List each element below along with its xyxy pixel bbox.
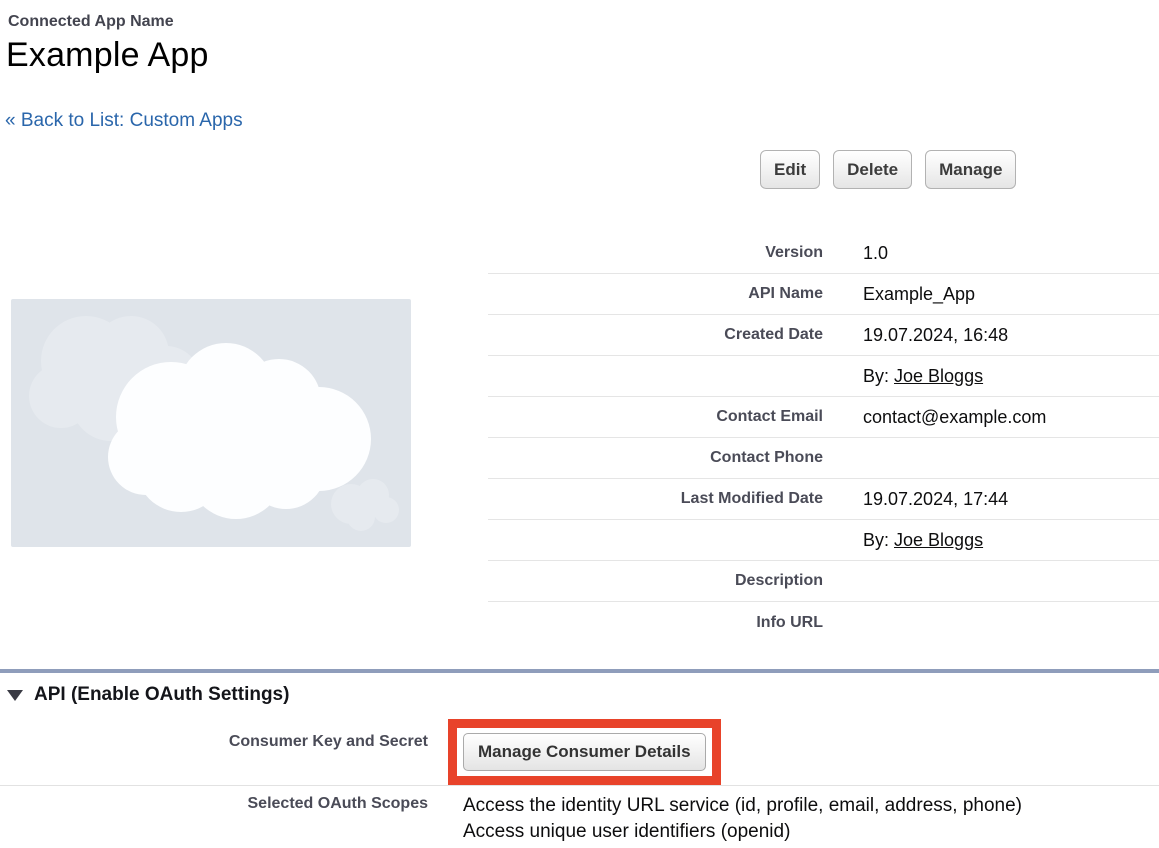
table-row: Info URL xyxy=(488,602,1159,643)
field-label-description: Description xyxy=(488,572,823,590)
table-row: Contact Phone xyxy=(488,438,1159,479)
manage-button[interactable]: Manage xyxy=(925,150,1016,189)
field-value-version: 1.0 xyxy=(863,243,888,264)
field-label-contact-phone: Contact Phone xyxy=(488,449,823,467)
section-collapse-icon[interactable] xyxy=(7,690,23,701)
created-by: By: Joe Bloggs xyxy=(863,366,983,387)
selected-oauth-scopes-label: Selected OAuth Scopes xyxy=(0,795,428,813)
connected-app-name-label: Connected App Name xyxy=(8,13,174,31)
table-row: Last Modified Date 19.07.2024, 17:44 xyxy=(488,479,1159,520)
back-to-list-link[interactable]: « Back to List: Custom Apps xyxy=(5,110,243,132)
field-label-info-url: Info URL xyxy=(488,614,823,632)
oauth-scope-item: Access the identity URL service (id, pro… xyxy=(463,793,1022,819)
detail-table: Version 1.0 API Name Example_App Created… xyxy=(488,233,1159,643)
table-row: By: Joe Bloggs xyxy=(488,356,1159,397)
cloud-icon xyxy=(11,299,411,547)
oauth-section-header: API (Enable OAuth Settings) xyxy=(7,684,289,706)
field-label-last-modified-date: Last Modified Date xyxy=(488,490,823,508)
highlight-annotation-box: Manage Consumer Details xyxy=(448,719,721,785)
delete-button[interactable]: Delete xyxy=(833,150,912,189)
row-divider xyxy=(0,785,1159,786)
field-label-created-date: Created Date xyxy=(488,326,823,344)
table-row: Description xyxy=(488,561,1159,602)
toolbar: Edit Delete Manage xyxy=(760,150,1016,189)
table-row: Created Date 19.07.2024, 16:48 xyxy=(488,315,1159,356)
oauth-section-title: API (Enable OAuth Settings) xyxy=(34,684,289,706)
app-logo-image xyxy=(11,299,411,547)
connected-app-detail-page: Connected App Name Example App « Back to… xyxy=(0,0,1159,848)
created-by-user-link[interactable]: Joe Bloggs xyxy=(894,366,983,387)
field-value-api-name: Example_App xyxy=(863,284,975,305)
field-value-created-date: 19.07.2024, 16:48 xyxy=(863,325,1008,346)
field-label-api-name: API Name xyxy=(488,285,823,303)
page-title: Example App xyxy=(6,36,209,75)
modified-by: By: Joe Bloggs xyxy=(863,530,983,551)
field-value-contact-email: contact@example.com xyxy=(863,407,1046,428)
section-divider-bar xyxy=(0,669,1159,673)
table-row: API Name Example_App xyxy=(488,274,1159,315)
selected-oauth-scopes-values: Access the identity URL service (id, pro… xyxy=(463,793,1022,845)
manage-consumer-details-button[interactable]: Manage Consumer Details xyxy=(463,733,706,771)
modified-by-user-link[interactable]: Joe Bloggs xyxy=(894,530,983,551)
edit-button[interactable]: Edit xyxy=(760,150,820,189)
field-value-last-modified-date: 19.07.2024, 17:44 xyxy=(863,489,1008,510)
consumer-key-label: Consumer Key and Secret xyxy=(0,733,428,751)
table-row: By: Joe Bloggs xyxy=(488,520,1159,561)
table-row: Version 1.0 xyxy=(488,233,1159,274)
field-label-version: Version xyxy=(488,244,823,262)
field-label-contact-email: Contact Email xyxy=(488,408,823,426)
table-row: Contact Email contact@example.com xyxy=(488,397,1159,438)
oauth-scope-item: Access unique user identifiers (openid) xyxy=(463,819,1022,845)
